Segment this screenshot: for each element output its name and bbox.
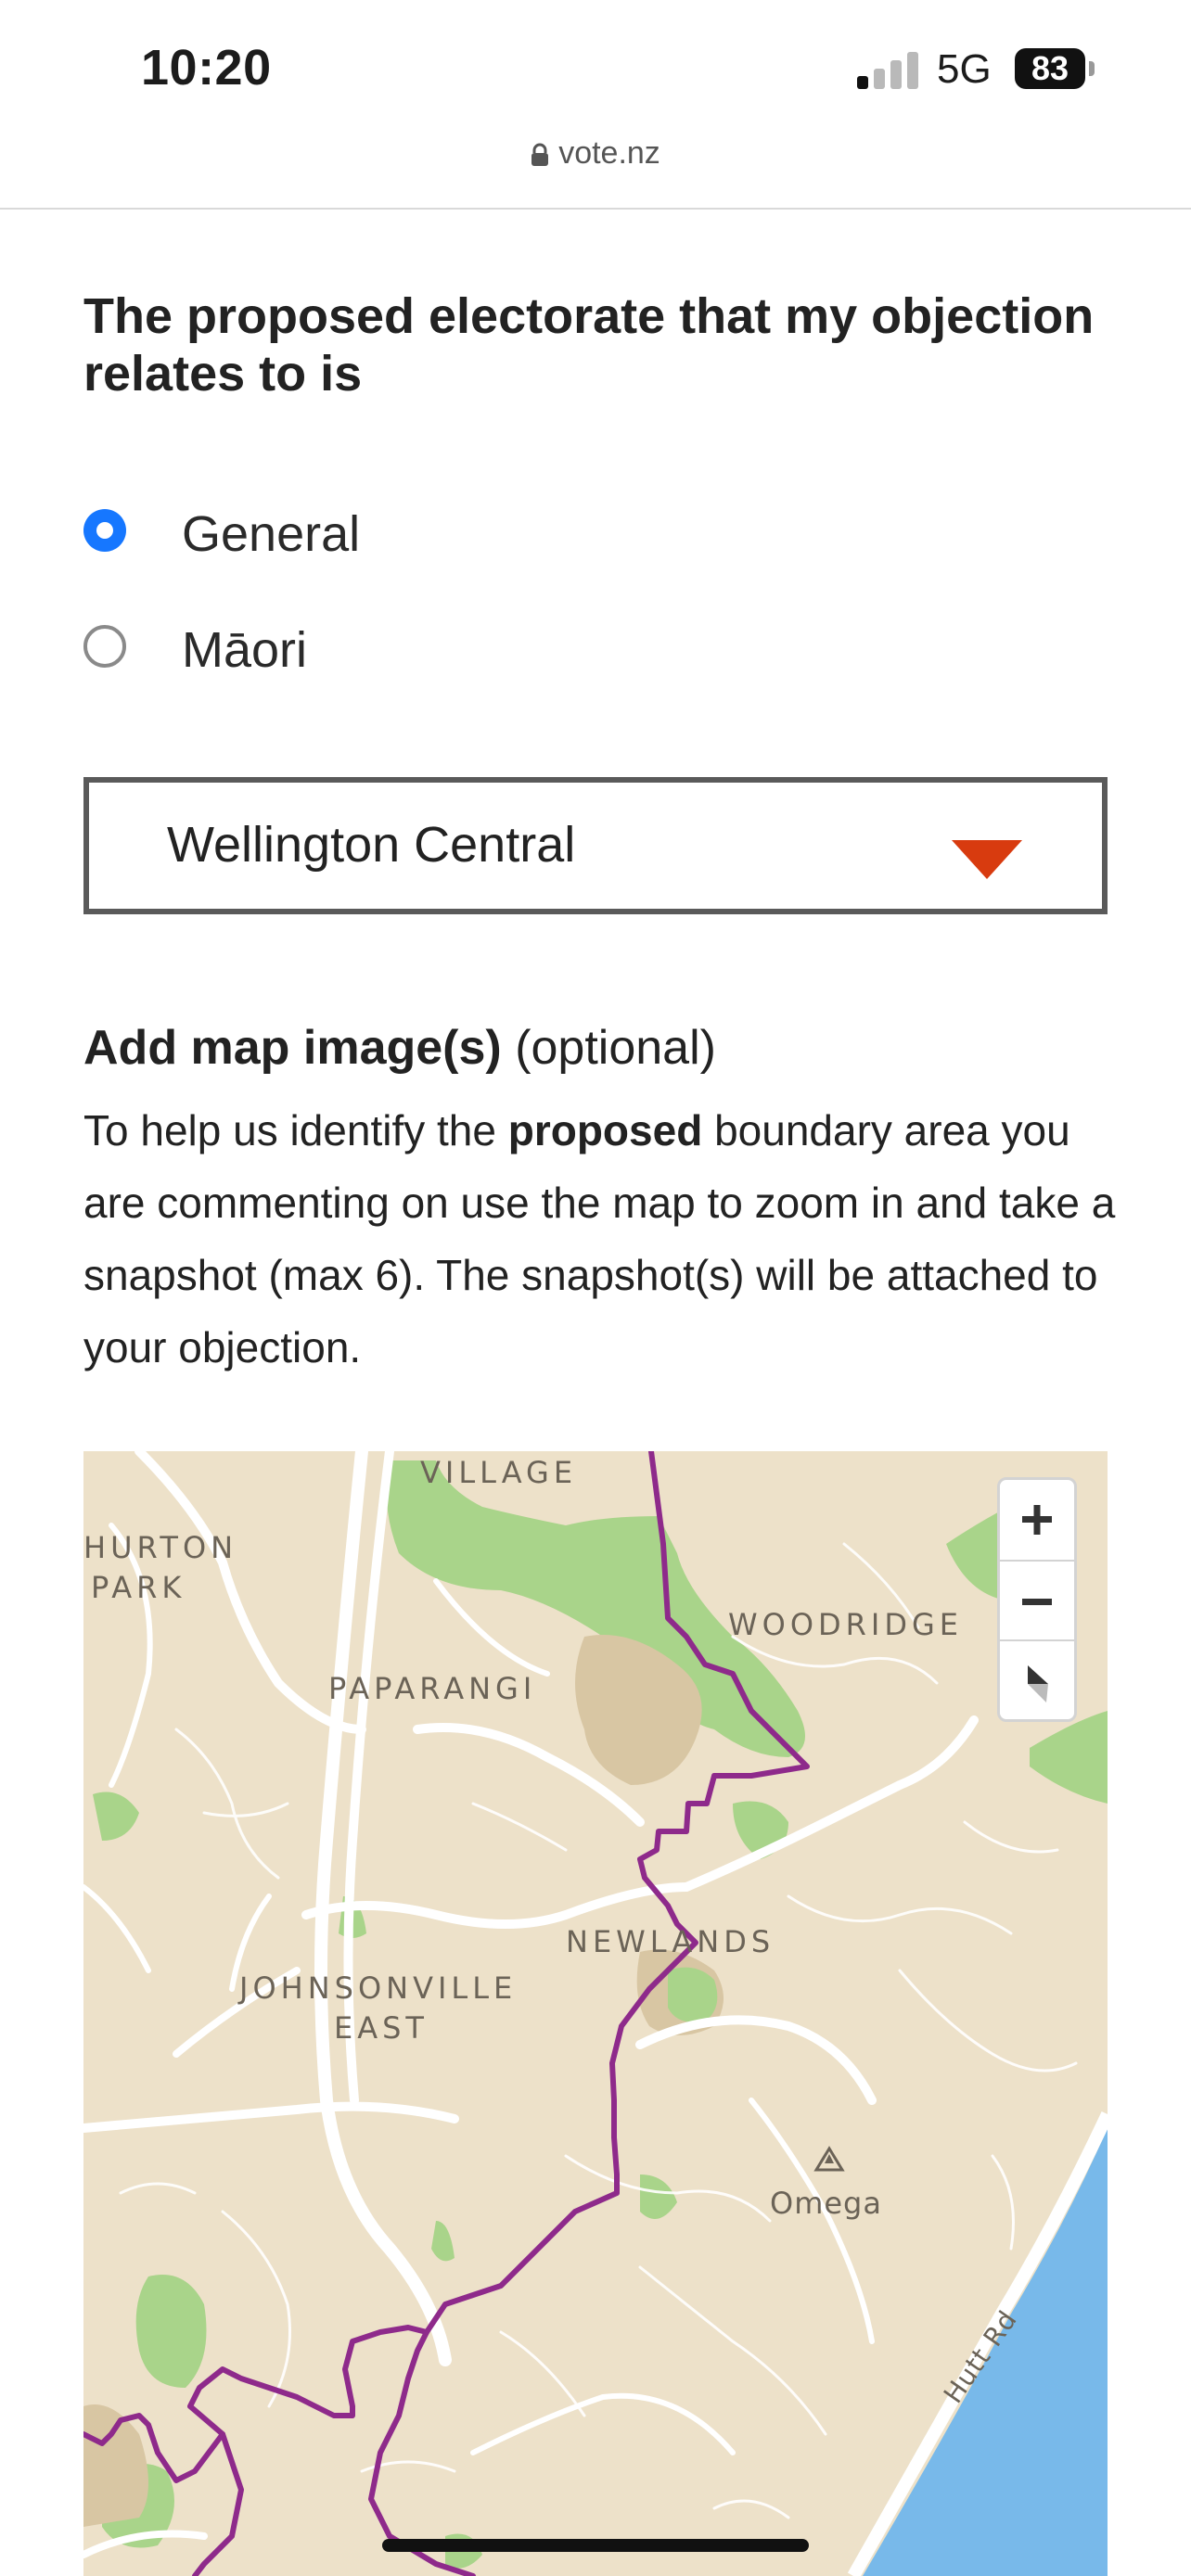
radio-selected-icon[interactable] [83, 509, 126, 552]
network-type: 5G [937, 46, 992, 92]
minus-icon[interactable] [1000, 1562, 1074, 1641]
map-label-omega: Omega [770, 2186, 882, 2221]
radio-maori[interactable]: Māori [83, 612, 640, 686]
status-bar: 10:20 5G 83 [0, 0, 1191, 130]
radio-general-label[interactable]: General [182, 505, 360, 563]
map-label-woodridge: WOODRIDGE [728, 1607, 963, 1642]
map-label-east: EAST [334, 2010, 429, 2046]
map-section-title-suffix: (optional) [515, 1021, 716, 1075]
radio-general[interactable]: General [83, 496, 640, 570]
battery-level: 83 [1015, 48, 1085, 89]
battery-icon: 83 [1015, 48, 1100, 91]
chevron-down-icon[interactable] [952, 840, 1022, 879]
map-zoom-controls [997, 1477, 1077, 1722]
map-label-paparangi: PAPARANGI [328, 1671, 537, 1706]
cellular-signal-icon [857, 52, 918, 89]
address-bar[interactable]: vote.nz [0, 130, 1191, 210]
electorate-select[interactable]: Wellington Central [83, 777, 1108, 914]
map-section-title-bold: Add map image(s) [83, 1021, 502, 1075]
map-section-description: To help us identify the proposed boundar… [83, 1094, 1122, 1384]
reset-bearing-button[interactable] [1000, 1639, 1074, 1721]
lock-icon [531, 143, 549, 167]
desc-part-1: To help us identify the [83, 1106, 496, 1154]
map-label-park: PARK [91, 1570, 186, 1605]
radio-unselected-icon[interactable] [83, 625, 126, 668]
clock-time: 10:20 [141, 40, 272, 96]
zoom-in-button[interactable] [1000, 1480, 1074, 1560]
battery-tip [1089, 61, 1095, 76]
compass-icon[interactable] [1000, 1641, 1074, 1721]
map-label-newlands: NEWLANDS [566, 1924, 775, 1959]
electorate-select-value[interactable]: Wellington Central [167, 816, 575, 874]
electorate-question: The proposed electorate that my objectio… [83, 288, 1095, 402]
home-indicator [382, 2539, 809, 2552]
url-display[interactable]: vote.nz [0, 135, 1191, 172]
zoom-out-button[interactable] [1000, 1560, 1074, 1641]
map-label-hurton: HURTON [83, 1530, 238, 1565]
map-section-title: Add map image(s) (optional) [83, 1020, 716, 1076]
radio-maori-label[interactable]: Māori [182, 621, 307, 679]
url-text: vote.nz [558, 135, 660, 171]
desc-bold: proposed [507, 1106, 703, 1154]
plus-icon[interactable] [1000, 1480, 1074, 1560]
map-label-johnsonville: JOHNSONVILLE [239, 1970, 518, 2006]
boundary-map[interactable]: VILLAGE HURTON PARK WOODRIDGE PAPARANGI … [83, 1451, 1108, 2576]
map-label-village: VILLAGE [420, 1455, 578, 1490]
